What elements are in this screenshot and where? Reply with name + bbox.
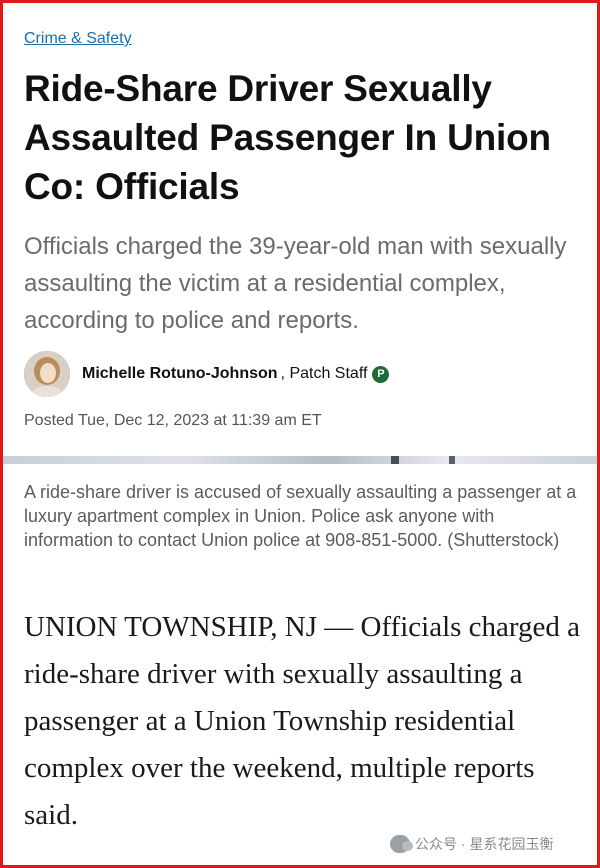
article-image[interactable] [3, 456, 597, 464]
headline: Ride-Share Driver Sexually Assaulted Pas… [24, 68, 551, 207]
wechat-icon [390, 835, 413, 853]
author-avatar[interactable] [24, 351, 70, 397]
author-role: , Patch Staff [280, 365, 368, 382]
author-name[interactable]: Michelle Rotuno-Johnson [82, 365, 278, 383]
watermark-text: 公众号 · 星系花园玉衡 [415, 836, 554, 852]
watermark: 公众号 · 星系花园玉衡 [390, 832, 553, 856]
image-detail [449, 456, 455, 464]
image-detail [391, 456, 399, 464]
posted-date: Posted Tue, Dec 12, 2023 at 11:39 am ET [24, 412, 322, 429]
category-link[interactable]: Crime & Safety [24, 30, 132, 48]
byline: Michelle Rotuno-Johnson , Patch Staff P [24, 350, 584, 398]
article-dek: Officials charged the 39-year-old man wi… [24, 233, 567, 334]
patch-badge-icon: P [372, 365, 390, 383]
image-caption: A ride-share driver is accused of sexual… [24, 482, 577, 550]
article-body: UNION TOWNSHIP, NJ — Officials charged a… [24, 611, 581, 831]
